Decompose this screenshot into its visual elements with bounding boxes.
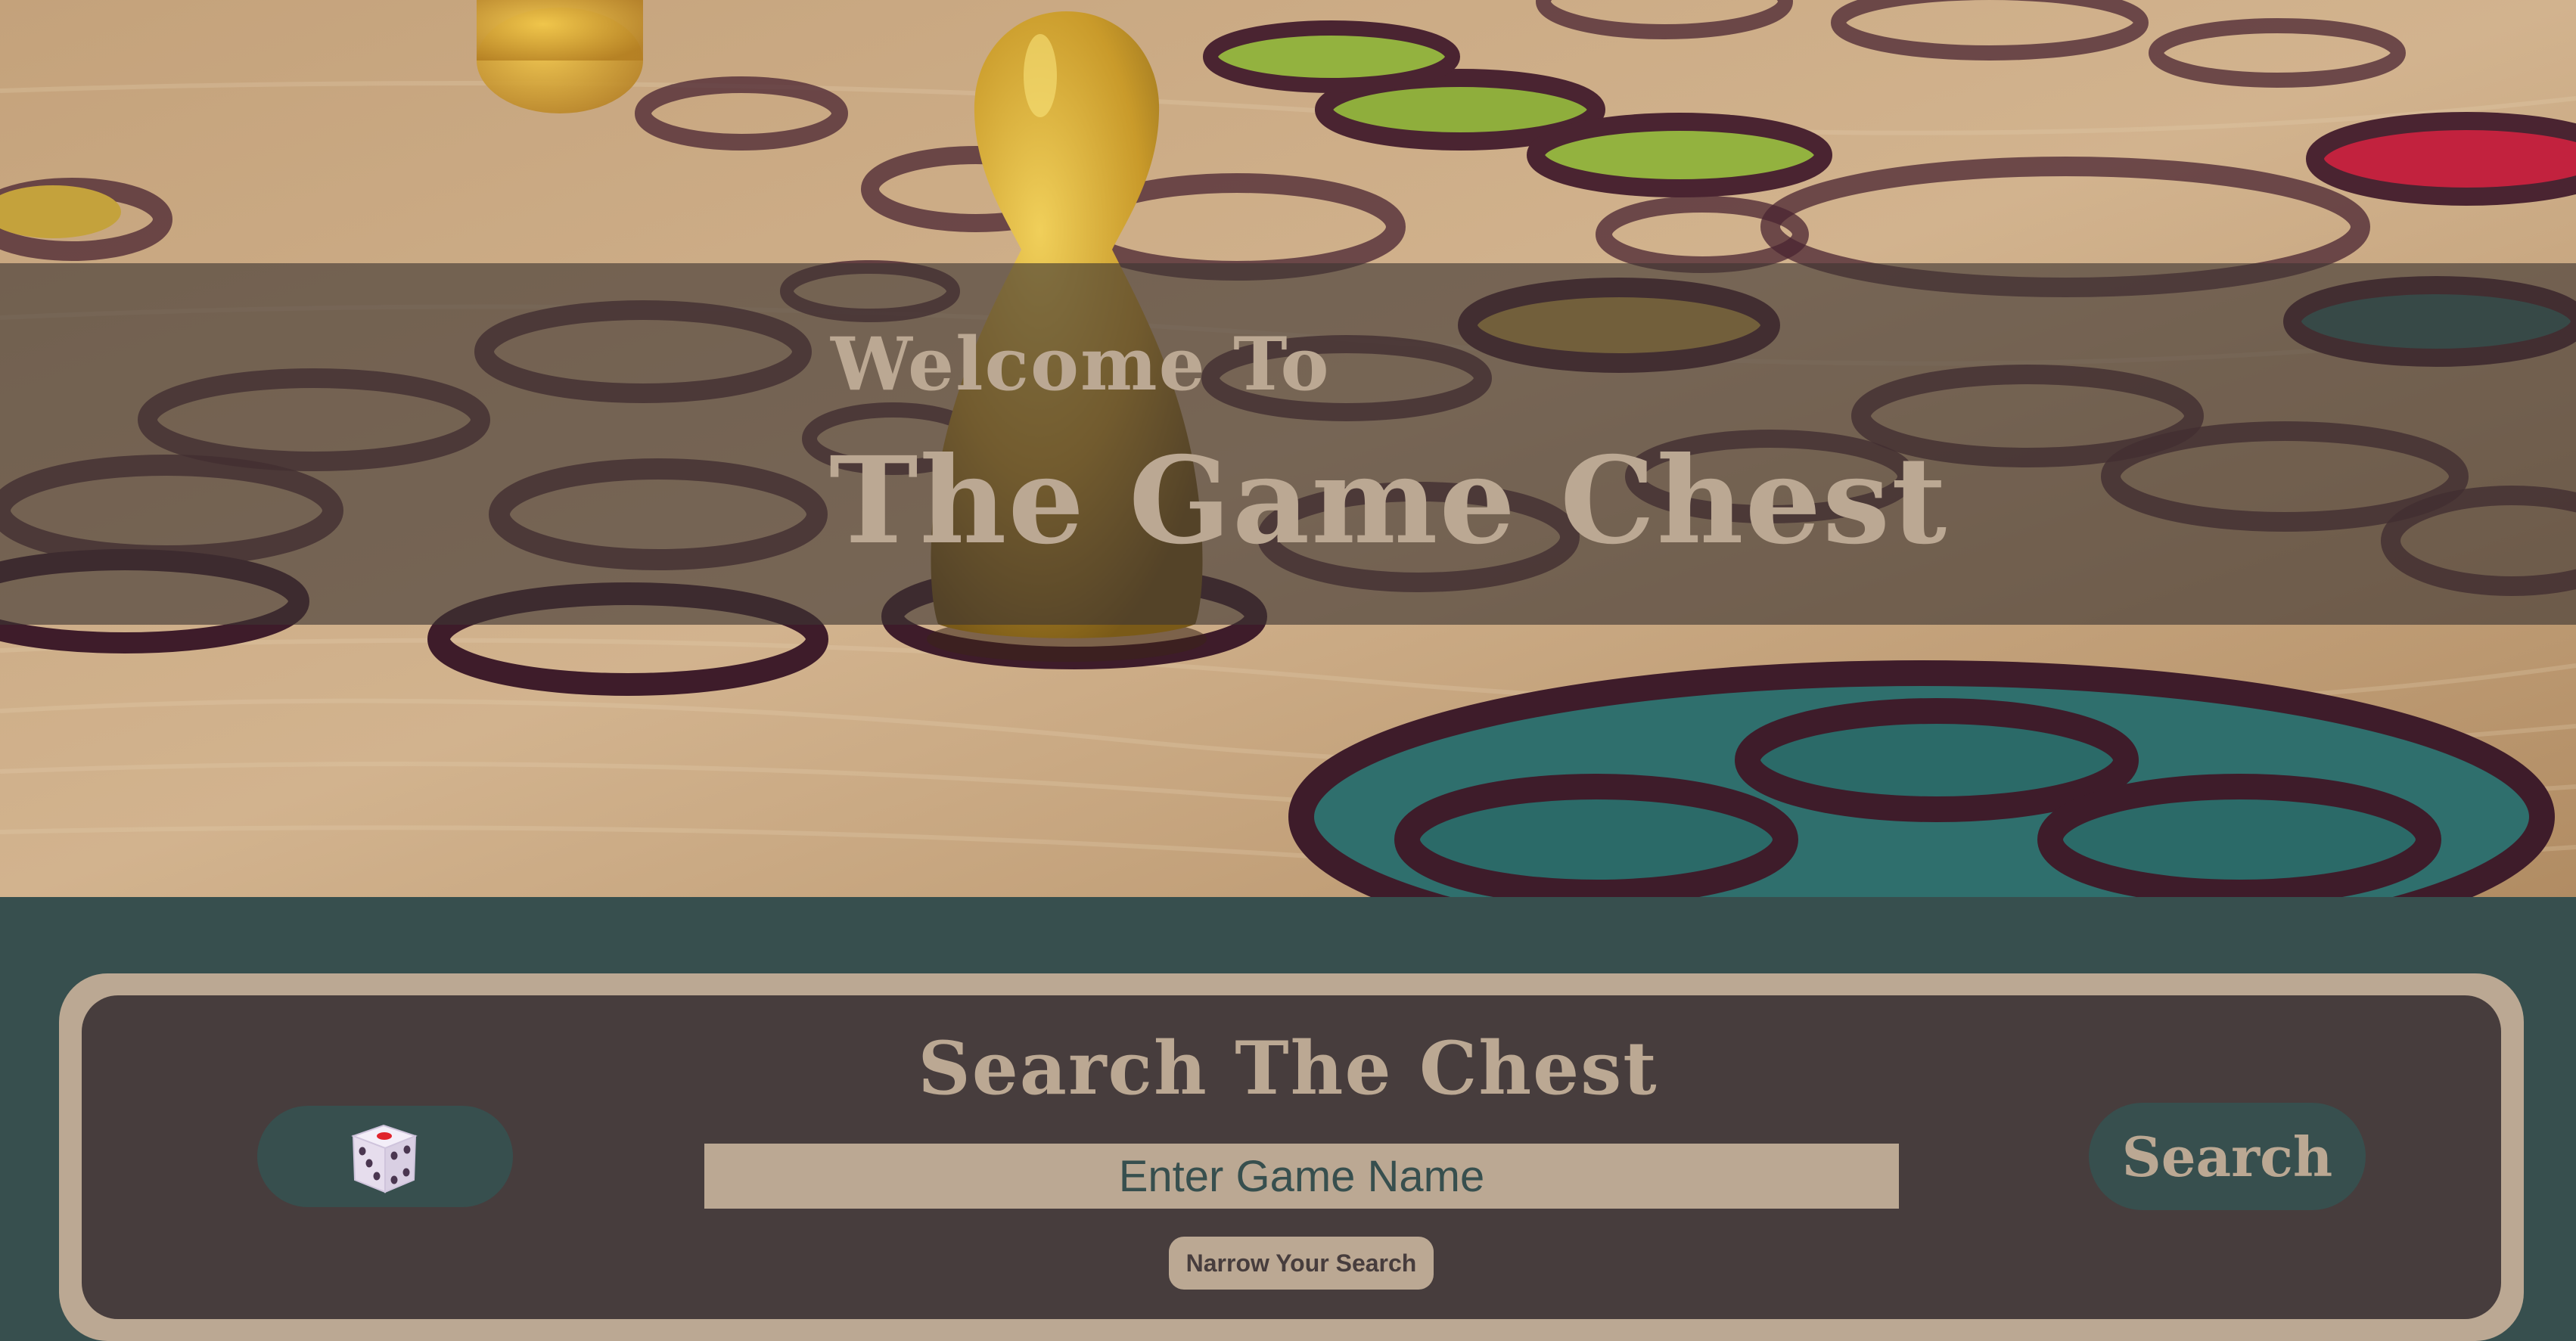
site-title: The Game Chest bbox=[829, 431, 1949, 571]
game-name-search-input[interactable] bbox=[704, 1144, 1899, 1209]
narrow-search-button[interactable]: Narrow Your Search bbox=[1169, 1237, 1434, 1290]
search-heading: Search The Chest bbox=[918, 1026, 1658, 1111]
hero-banner: Welcome To The Game Chest bbox=[0, 0, 2576, 897]
random-game-button[interactable] bbox=[257, 1106, 513, 1207]
welcome-text: Welcome To bbox=[831, 321, 1331, 407]
search-button[interactable]: Search bbox=[2089, 1103, 2366, 1210]
dice-icon bbox=[351, 1124, 418, 1194]
